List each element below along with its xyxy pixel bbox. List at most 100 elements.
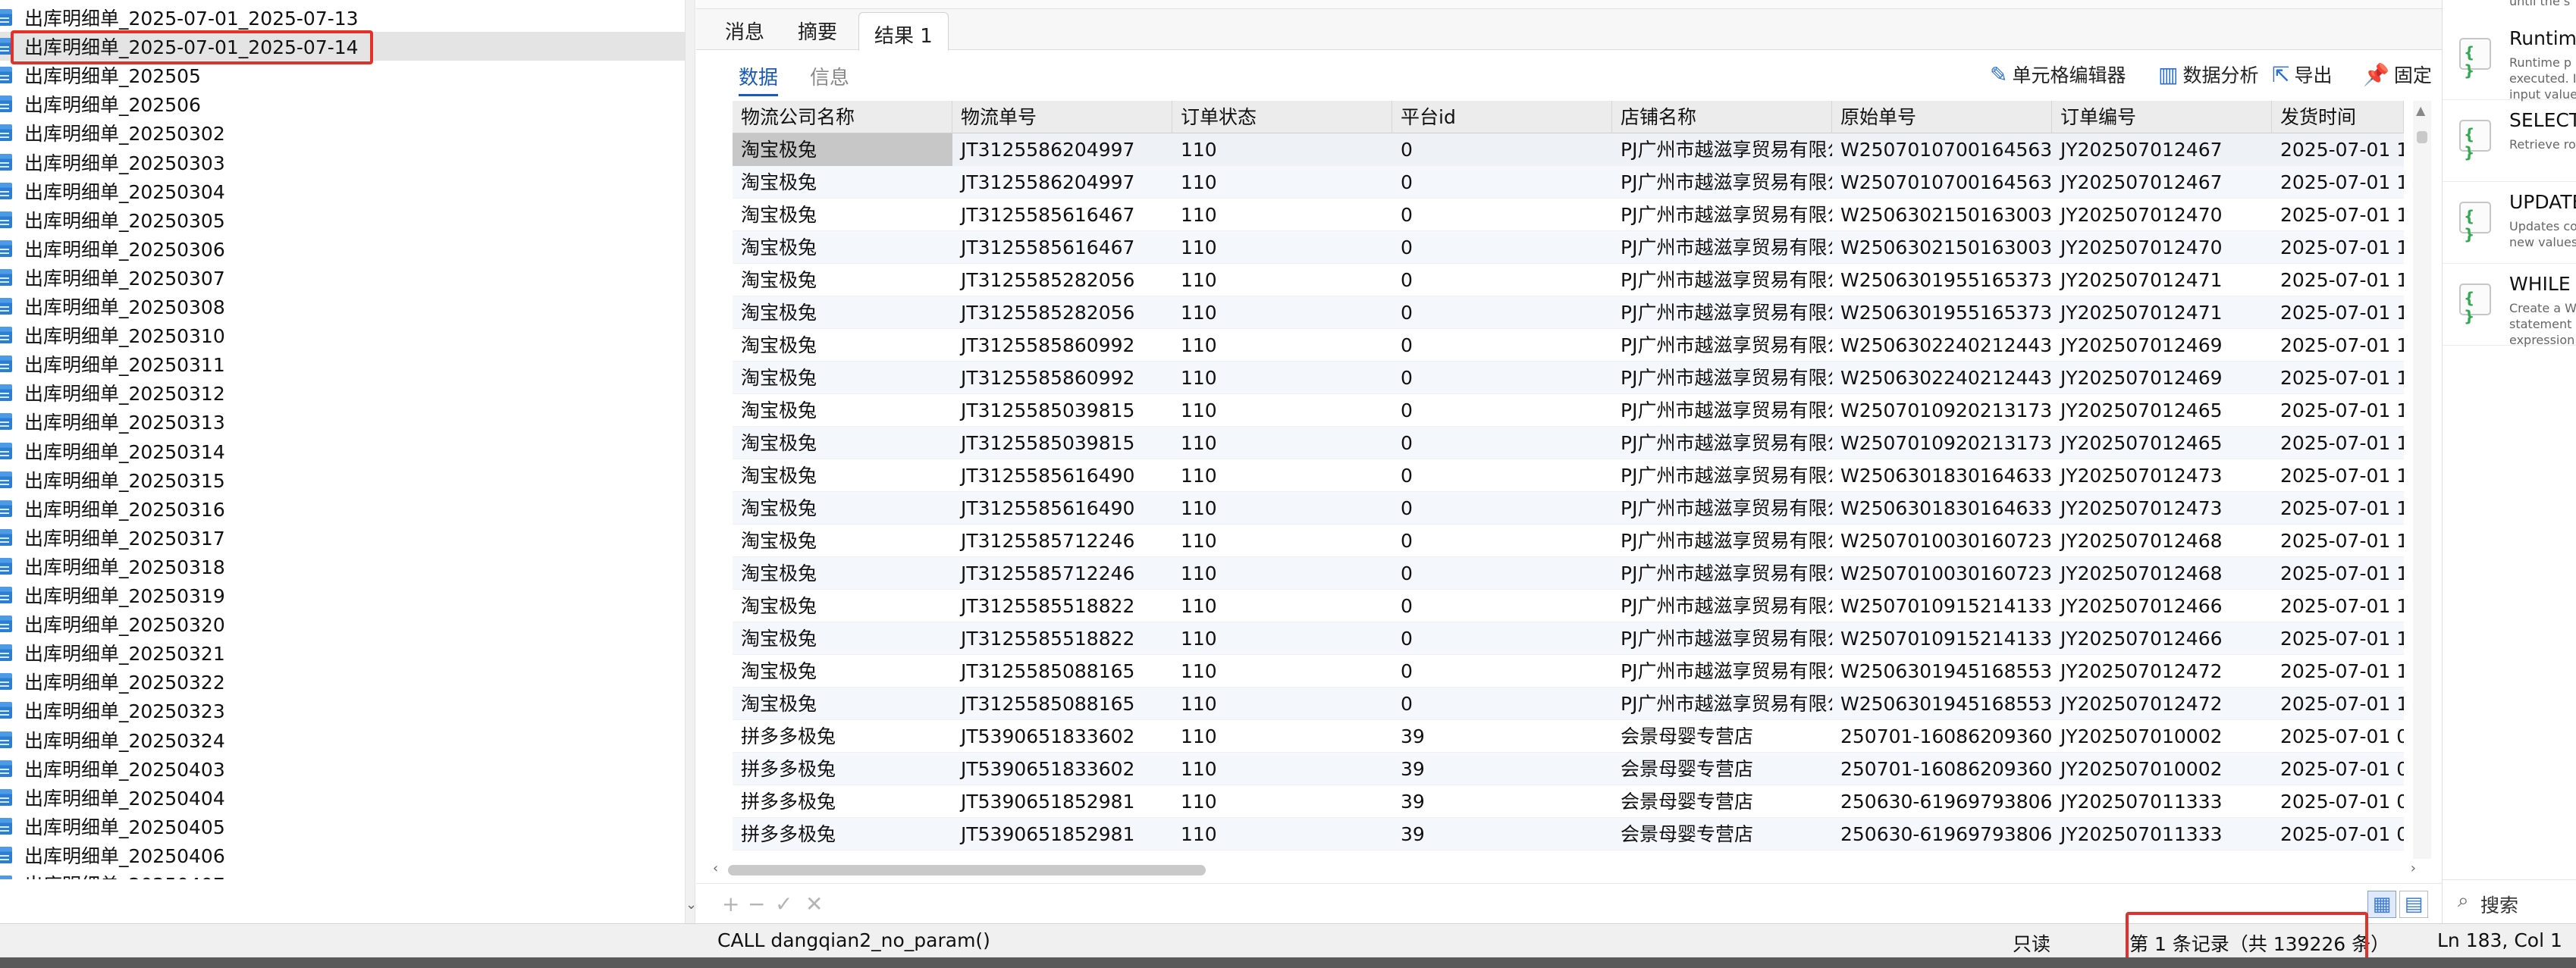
- tree-item[interactable]: 出库明细单_20250320: [0, 609, 685, 638]
- vertical-scrollbar[interactable]: [2413, 101, 2431, 859]
- table-cell[interactable]: 0: [1392, 622, 1612, 655]
- table-cell[interactable]: 110: [1172, 166, 1392, 199]
- data-analysis-button[interactable]: ▥ 数据分析: [2158, 61, 2258, 88]
- table-cell[interactable]: 淘宝极兔: [733, 362, 952, 394]
- table-cell[interactable]: 110: [1172, 199, 1392, 231]
- table-cell[interactable]: PJ广州市越滋享贸易有限公司: [1612, 688, 1832, 720]
- table-cell[interactable]: W250701091521413334: [1832, 622, 2052, 655]
- table-cell[interactable]: JY202507011333: [2052, 818, 2272, 851]
- table-cell[interactable]: 0: [1392, 688, 1612, 720]
- add-row-icon[interactable]: +: [722, 891, 739, 916]
- tab-summary[interactable]: 摘要: [798, 17, 837, 45]
- table-cell[interactable]: JY202507012472: [2052, 688, 2272, 720]
- tab-messages[interactable]: 消息: [725, 17, 764, 45]
- table-cell[interactable]: 110: [1172, 296, 1392, 329]
- table-cell[interactable]: 2025-07-01 08:3: [2272, 753, 2404, 785]
- tree-item[interactable]: 出库明细单_20250302: [0, 118, 685, 147]
- table-cell[interactable]: JT3125585616490: [952, 459, 1172, 492]
- table-cell[interactable]: 2025-07-01 08:3: [2272, 720, 2404, 753]
- table-cell[interactable]: 0: [1392, 166, 1612, 199]
- table-cell[interactable]: JT3125585282056: [952, 264, 1172, 296]
- table-cell[interactable]: 110: [1172, 362, 1392, 394]
- table-row[interactable]: 淘宝极兔JT31255855188221100PJ广州市越滋享贸易有限公司W25…: [733, 590, 2404, 622]
- table-cell[interactable]: 淘宝极兔: [733, 557, 952, 590]
- tree-item[interactable]: 出库明细单_20250324: [0, 725, 685, 754]
- table-cell[interactable]: 2025-07-01 15:0: [2272, 688, 2404, 720]
- scroll-right-icon[interactable]: ›: [2411, 860, 2416, 876]
- table-row[interactable]: 淘宝极兔JT31255852820561100PJ广州市越滋享贸易有限公司W25…: [733, 264, 2404, 296]
- table-cell[interactable]: W250630215016300334: [1832, 199, 2052, 231]
- table-cell[interactable]: PJ广州市越滋享贸易有限公司: [1612, 492, 1832, 525]
- table-cell[interactable]: 110: [1172, 492, 1392, 525]
- table-cell[interactable]: 110: [1172, 720, 1392, 753]
- table-cell[interactable]: 250630-619697938062: [1832, 818, 2052, 851]
- table-cell[interactable]: 2025-07-01 14:4: [2272, 557, 2404, 590]
- tree-item[interactable]: 出库明细单_20250306: [0, 234, 685, 263]
- table-cell[interactable]: 0: [1392, 133, 1612, 166]
- table-cell[interactable]: W250630215016300334: [1832, 231, 2052, 264]
- table-row[interactable]: 拼多多极兔 JT5390651833602 110 39 会景母婴专营店 250701-1…: [733, 720, 2404, 753]
- table-cell[interactable]: PJ广州市越滋享贸易有限公司: [1612, 394, 1832, 427]
- subtab-info[interactable]: 信息: [810, 62, 849, 90]
- table-cell[interactable]: JY202507012465: [2052, 427, 2272, 459]
- scroll-left-icon[interactable]: ‹: [713, 860, 718, 876]
- column-header[interactable]: 店铺名称: [1612, 101, 1832, 133]
- table-cell[interactable]: 250630-619697938062: [1832, 785, 2052, 818]
- table-cell[interactable]: 拼多多极兔: [733, 785, 952, 818]
- table-cell[interactable]: JY202507012469: [2052, 329, 2272, 362]
- table-cell[interactable]: PJ广州市越滋享贸易有限公司: [1612, 622, 1832, 655]
- tree-item[interactable]: 出库明细单_20250403: [0, 754, 685, 783]
- table-cell[interactable]: 110: [1172, 785, 1392, 818]
- tree-item[interactable]: 出库明细单_20250305: [0, 205, 685, 234]
- table-cell[interactable]: 会景母婴专营店: [1612, 720, 1832, 753]
- table-cell[interactable]: JY202507012471: [2052, 296, 2272, 329]
- table-cell[interactable]: 2025-07-01 14:4: [2272, 525, 2404, 557]
- table-cell[interactable]: 2025-07-01 13:5: [2272, 329, 2404, 362]
- table-cell[interactable]: 2025-07-01 13:4: [2272, 199, 2404, 231]
- table-cell[interactable]: JY202507011333: [2052, 785, 2272, 818]
- table-cell[interactable]: 110: [1172, 753, 1392, 785]
- tree-item[interactable]: 出库明细单_2025-07-01_2025-07-13: [0, 3, 685, 32]
- column-header[interactable]: 物流公司名称: [733, 101, 952, 133]
- table-cell[interactable]: 淘宝极兔: [733, 525, 952, 557]
- table-cell[interactable]: 110: [1172, 329, 1392, 362]
- table-row[interactable]: 淘宝极兔JT31255852820561100PJ广州市越滋享贸易有限公司W25…: [733, 296, 2404, 329]
- column-header[interactable]: 平台id: [1392, 101, 1612, 133]
- table-cell[interactable]: 2025-07-01 13:5: [2272, 459, 2404, 492]
- tree-item[interactable]: 出库明细单_20250407: [0, 869, 685, 879]
- table-cell[interactable]: JT3125585518822: [952, 590, 1172, 622]
- table-row[interactable]: 淘宝极兔JT31255858609921100PJ广州市越滋享贸易有限公司W25…: [733, 329, 2404, 362]
- pin-button[interactable]: 📌 固定: [2363, 61, 2432, 88]
- grid-view-icon[interactable]: ▦: [2367, 891, 2396, 918]
- table-cell[interactable]: JY202507012469: [2052, 362, 2272, 394]
- table-cell[interactable]: W250701092021317334: [1832, 427, 2052, 459]
- table-cell[interactable]: 0: [1392, 590, 1612, 622]
- table-cell[interactable]: 0: [1392, 394, 1612, 427]
- table-cell[interactable]: 会景母婴专营店: [1612, 818, 1832, 851]
- snippet-item[interactable]: SELECT Retrieve ro: [2443, 99, 2576, 182]
- table-cell[interactable]: W250701092021317334: [1832, 394, 2052, 427]
- table-cell[interactable]: 淘宝极兔: [733, 199, 952, 231]
- table-cell[interactable]: 110: [1172, 655, 1392, 688]
- table-cell[interactable]: W250630183016463334: [1832, 459, 2052, 492]
- table-cell[interactable]: W250701091521413334: [1832, 590, 2052, 622]
- table-row[interactable]: 淘宝极兔JT31255855188221100PJ广州市越滋享贸易有限公司W25…: [733, 622, 2404, 655]
- table-row[interactable]: 淘宝极兔JT31255850881651100PJ广州市越滋享贸易有限公司W25…: [733, 688, 2404, 720]
- table-cell[interactable]: 会景母婴专营店: [1612, 753, 1832, 785]
- column-header[interactable]: 物流单号: [952, 101, 1172, 133]
- table-cell[interactable]: 39: [1392, 720, 1612, 753]
- table-cell[interactable]: 0: [1392, 264, 1612, 296]
- table-cell[interactable]: 0: [1392, 525, 1612, 557]
- table-cell[interactable]: 淘宝极兔: [733, 688, 952, 720]
- table-cell[interactable]: 2025-07-01 13:5: [2272, 394, 2404, 427]
- table-cell[interactable]: 110: [1172, 427, 1392, 459]
- table-cell[interactable]: PJ广州市越滋享贸易有限公司: [1612, 655, 1832, 688]
- table-cell[interactable]: PJ广州市越滋享贸易有限公司: [1612, 525, 1832, 557]
- table-cell[interactable]: 淘宝极兔: [733, 133, 952, 166]
- table-cell[interactable]: JT3125585088165: [952, 688, 1172, 720]
- table-cell[interactable]: 2025-07-01 13:5: [2272, 362, 2404, 394]
- tree-item[interactable]: 出库明细单_20250310: [0, 321, 685, 349]
- panel-splitter[interactable]: [685, 0, 695, 923]
- table-cell[interactable]: JT3125585860992: [952, 329, 1172, 362]
- table-cell[interactable]: JY202507012468: [2052, 525, 2272, 557]
